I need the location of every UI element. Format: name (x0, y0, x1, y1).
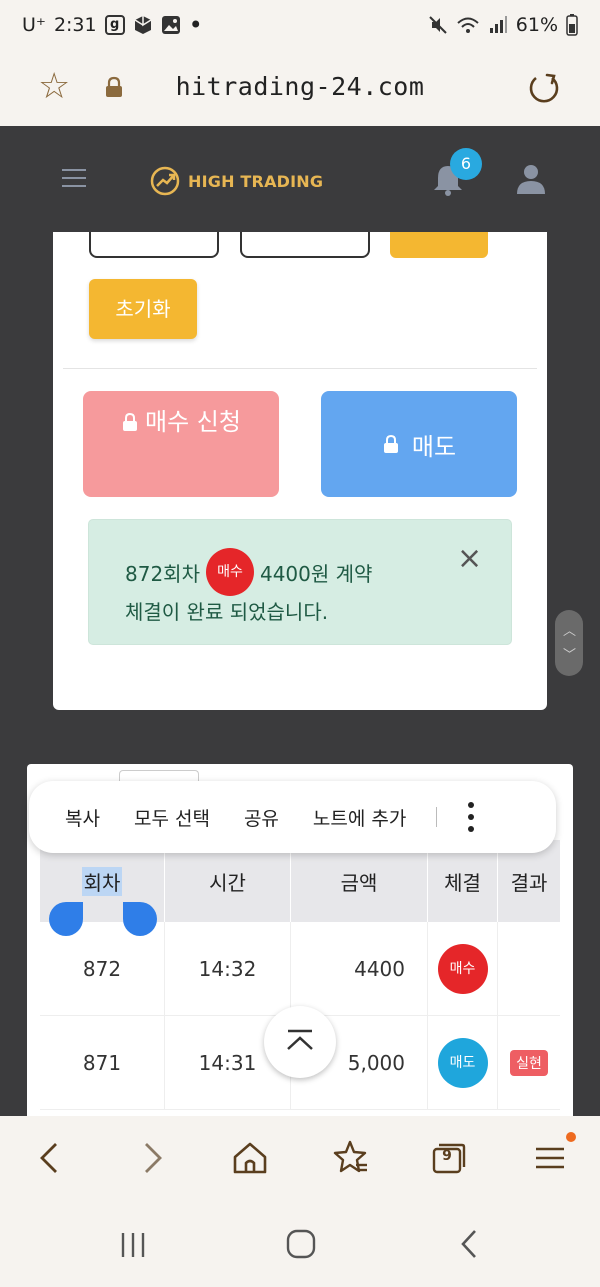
more-options-icon[interactable] (467, 802, 475, 832)
logo-text: HIGH TRADING (188, 171, 324, 191)
home-button-icon[interactable] (285, 1228, 317, 1260)
cell-round: 871 (40, 1016, 165, 1109)
site-logo[interactable]: HIGH TRADING (150, 166, 323, 196)
sell-button[interactable]: 매도 (321, 391, 517, 497)
notification-badge: 6 (450, 148, 482, 180)
share-menu-item[interactable]: 공유 (244, 804, 279, 831)
chevron-down-icon: ﹀ (563, 648, 577, 663)
selection-handle-left[interactable] (49, 902, 83, 936)
buy-request-button[interactable]: 매수 신청 (83, 391, 279, 497)
status-bar: U⁺ 2:31 g • 61% (0, 0, 600, 52)
battery-percent: 61% (515, 14, 558, 36)
chevron-up-icon: ︿ (563, 624, 577, 639)
contract-success-alert: 872회차 매수 4400원 계약 체결이 완료 되었습니다. × (88, 519, 512, 645)
reset-button[interactable]: 초기화 (89, 279, 197, 339)
table-row: 872 14:32 4400 매수 (40, 922, 560, 1016)
buy-badge: 매수 (205, 548, 254, 596)
recent-apps-icon[interactable] (118, 1230, 148, 1260)
tabs-icon[interactable]: 9 (432, 1142, 466, 1174)
carrier-label: U⁺ (22, 14, 46, 36)
tab-count: 9 (442, 1148, 452, 1164)
buy-type-badge: 매수 (437, 943, 488, 994)
cell-type: 매수 (428, 922, 498, 1015)
sell-label: 매도 (411, 432, 457, 461)
user-icon[interactable] (514, 162, 548, 196)
logo-mark-icon (150, 166, 180, 196)
status-left: U⁺ 2:31 g • (22, 11, 203, 39)
more-notifications-dot: • (188, 11, 203, 39)
text-selection-context-menu: 복사 모두 선택 공유 노트에 추가 (29, 781, 556, 853)
wifi-icon (457, 17, 479, 33)
g-app-icon: g (104, 15, 125, 35)
alert-round: 872회차 (125, 561, 200, 586)
page-scroll-handle[interactable]: ︿ ﹀ (555, 610, 583, 676)
selected-text[interactable]: 회차 (81, 866, 123, 896)
cell-time: 14:32 (165, 922, 291, 1015)
menu-icon[interactable] (530, 1138, 570, 1178)
cell-type: 매도 (428, 1016, 498, 1109)
status-right: 61% (428, 14, 578, 36)
forward-icon[interactable] (132, 1138, 172, 1178)
lock-icon (123, 412, 138, 431)
sell-type-badge: 매도 (437, 1037, 488, 1088)
amount-button-1[interactable] (89, 232, 219, 258)
buy-label: 매수 신청 (145, 408, 241, 436)
image-icon (161, 16, 180, 34)
battery-icon (566, 14, 578, 36)
home-icon[interactable] (230, 1138, 270, 1178)
system-navigation-bar (0, 1204, 600, 1287)
website-viewport: HIGH TRADING 6 초기화 매수 신청 매도 872회차 매수 440… (0, 126, 600, 1116)
trade-panel: 초기화 매수 신청 매도 872회차 매수 4400원 계약 체결이 완료 되었… (53, 232, 547, 710)
cell-result: 실현 (498, 1016, 560, 1109)
menu-notification-dot (566, 1132, 576, 1142)
box-icon (134, 16, 152, 34)
browser-url-bar: ☆ hitrading-24.com (0, 52, 600, 126)
divider (63, 368, 537, 369)
selection-handle-right[interactable] (123, 902, 157, 936)
lock-icon (383, 434, 398, 453)
cell-amount: 4400 (291, 922, 428, 1015)
system-back-icon[interactable] (455, 1228, 485, 1260)
chevron-up-icon (287, 1029, 313, 1050)
signal-icon (489, 16, 507, 33)
cell-result (498, 922, 560, 1015)
select-all-menu-item[interactable]: 모두 선택 (134, 804, 210, 831)
menu-divider (436, 807, 438, 827)
bookmarks-icon[interactable] (330, 1138, 370, 1178)
hamburger-icon[interactable] (62, 169, 86, 187)
add-to-note-menu-item[interactable]: 노트에 추가 (313, 804, 406, 831)
alert-line-1: 872회차 매수 4400원 계약 (125, 548, 372, 596)
back-icon[interactable] (30, 1138, 70, 1178)
browser-bottom-toolbar: 9 (0, 1116, 600, 1204)
amount-button-2[interactable] (240, 232, 370, 258)
alert-line-2: 체결이 완료 되었습니다. (125, 600, 329, 624)
reload-icon[interactable] (526, 70, 562, 106)
scroll-to-top-button[interactable] (264, 1006, 336, 1078)
url-text[interactable]: hitrading-24.com (0, 72, 600, 101)
close-icon[interactable]: × (457, 544, 482, 574)
alert-amount: 4400원 계약 (259, 561, 373, 586)
clock-time: 2:31 (53, 14, 97, 36)
realized-badge: 실현 (510, 1049, 548, 1076)
max-button[interactable] (390, 232, 488, 258)
copy-menu-item[interactable]: 복사 (65, 804, 100, 831)
mute-icon (429, 16, 447, 34)
